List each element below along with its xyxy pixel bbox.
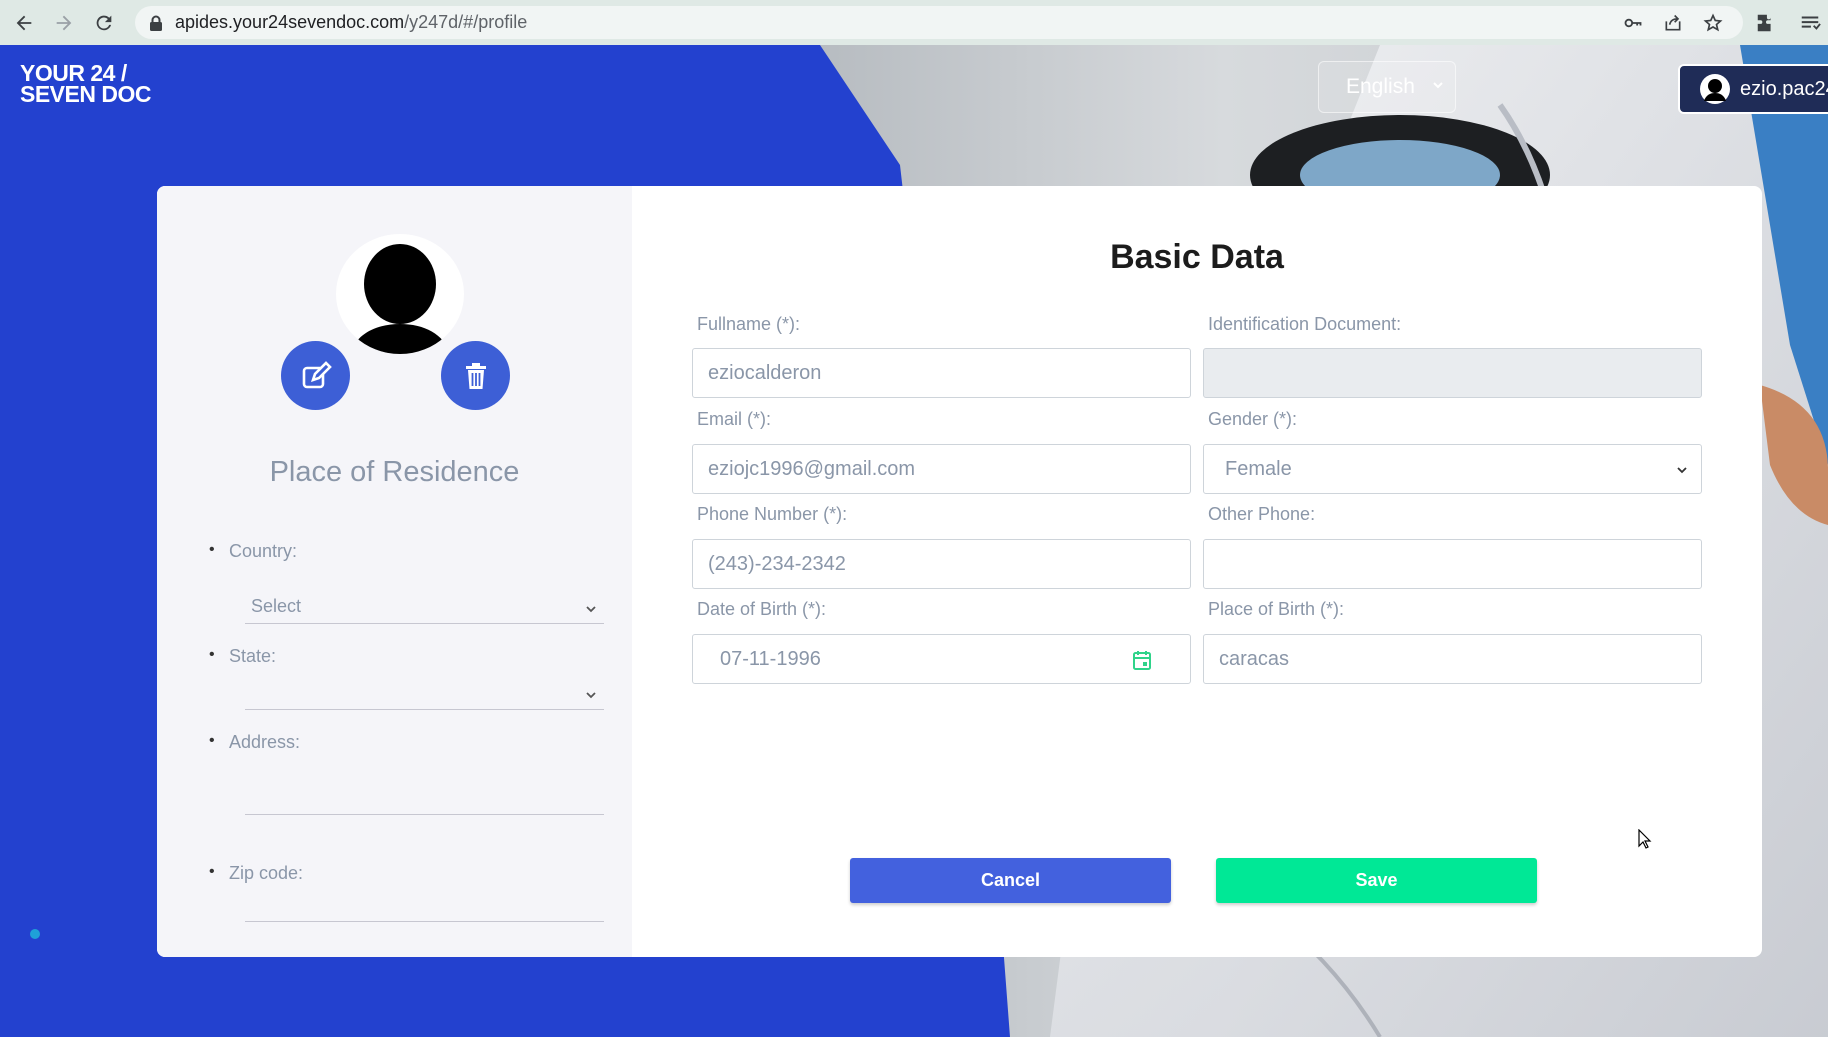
browser-toolbar: apides.your24sevendoc.com/y247d/#/profil… — [0, 0, 1828, 45]
language-select[interactable]: English — [1318, 61, 1456, 113]
id-document-input — [1203, 348, 1702, 398]
delete-photo-button[interactable] — [441, 341, 510, 410]
reload-icon[interactable] — [84, 0, 124, 45]
country-value: Select — [251, 596, 302, 616]
profile-avatar — [336, 234, 464, 354]
star-icon[interactable] — [1703, 12, 1723, 33]
user-name: ezio.pac24 — [1740, 77, 1828, 100]
address-input[interactable] — [245, 771, 604, 815]
phone-value: (243)-234-2342 — [708, 552, 846, 575]
pob-value: caracas — [1219, 647, 1290, 670]
residence-panel: Place of Residence Country: Select State… — [157, 186, 632, 957]
edit-icon — [302, 360, 332, 388]
user-menu-button[interactable]: ezio.pac24 — [1678, 64, 1828, 114]
key-icon[interactable] — [1623, 13, 1643, 33]
email-value: eziojc1996@gmail.com — [708, 457, 916, 480]
basic-data-title: Basic Data — [1110, 238, 1284, 276]
brand-logo[interactable]: YOUR 24 / SEVEN DOC — [20, 62, 151, 107]
calendar-icon[interactable] — [1132, 649, 1152, 671]
share-icon[interactable] — [1663, 13, 1683, 33]
country-label: Country: — [209, 541, 297, 562]
address-label: Address: — [209, 732, 300, 753]
cancel-button[interactable]: Cancel — [850, 858, 1171, 903]
chevron-down-icon — [586, 606, 596, 613]
reading-list-icon[interactable] — [1799, 12, 1821, 34]
user-silhouette-icon — [350, 244, 450, 354]
state-select[interactable] — [245, 682, 604, 710]
chevron-down-icon — [586, 692, 596, 699]
fullname-value: eziocalderon — [708, 361, 822, 384]
other-phone-input[interactable] — [1203, 539, 1702, 589]
pob-label: Place of Birth (*): — [1208, 599, 1345, 619]
status-dot — [30, 929, 40, 939]
zip-label: Zip code: — [209, 863, 303, 884]
fullname-label: Fullname (*): — [697, 314, 801, 334]
phone-label: Phone Number (*): — [697, 504, 848, 524]
mouse-cursor-icon — [1638, 829, 1652, 849]
page-background: YOUR 24 / SEVEN DOC English ezio.pac24 P… — [0, 45, 1828, 1037]
fullname-input[interactable]: eziocalderon — [692, 348, 1191, 398]
email-label: Email (*): — [697, 409, 772, 429]
lock-icon — [150, 15, 162, 31]
dob-label: Date of Birth (*): — [697, 599, 827, 619]
dob-input[interactable]: 07-11-1996 — [692, 634, 1191, 684]
gender-select[interactable]: Female — [1203, 444, 1702, 494]
pob-input[interactable]: caracas — [1203, 634, 1702, 684]
country-select[interactable]: Select — [245, 596, 604, 624]
chevron-down-icon — [1677, 467, 1687, 474]
email-input[interactable]: eziojc1996@gmail.com — [692, 444, 1191, 494]
logo-line-2: SEVEN DOC — [20, 81, 151, 107]
phone-input[interactable]: (243)-234-2342 — [692, 539, 1191, 589]
dob-value: 07-11-1996 — [720, 647, 821, 670]
save-button[interactable]: Save — [1216, 858, 1537, 903]
state-label: State: — [209, 646, 276, 667]
back-icon[interactable] — [4, 0, 44, 45]
url-text: apides.your24sevendoc.com/y247d/#/profil… — [175, 12, 528, 32]
trash-icon — [465, 362, 486, 389]
other-phone-label: Other Phone: — [1208, 504, 1316, 524]
address-bar[interactable]: apides.your24sevendoc.com/y247d/#/profil… — [135, 6, 1743, 39]
language-value: English — [1346, 75, 1415, 98]
id-document-label: Identification Document: — [1208, 314, 1402, 334]
basic-data-panel: Basic Data Fullname (*): eziocalderon Id… — [632, 186, 1762, 957]
residence-title: Place of Residence — [269, 456, 520, 488]
profile-card: Place of Residence Country: Select State… — [157, 186, 1762, 957]
chevron-down-icon — [1433, 82, 1443, 89]
gender-value: Female — [1225, 457, 1292, 480]
extensions-icon[interactable] — [1755, 12, 1777, 34]
zip-input[interactable] — [245, 894, 604, 922]
gender-label: Gender (*): — [1208, 409, 1298, 429]
edit-photo-button[interactable] — [281, 341, 350, 410]
user-avatar-icon — [1700, 74, 1730, 104]
forward-icon[interactable] — [44, 0, 84, 45]
